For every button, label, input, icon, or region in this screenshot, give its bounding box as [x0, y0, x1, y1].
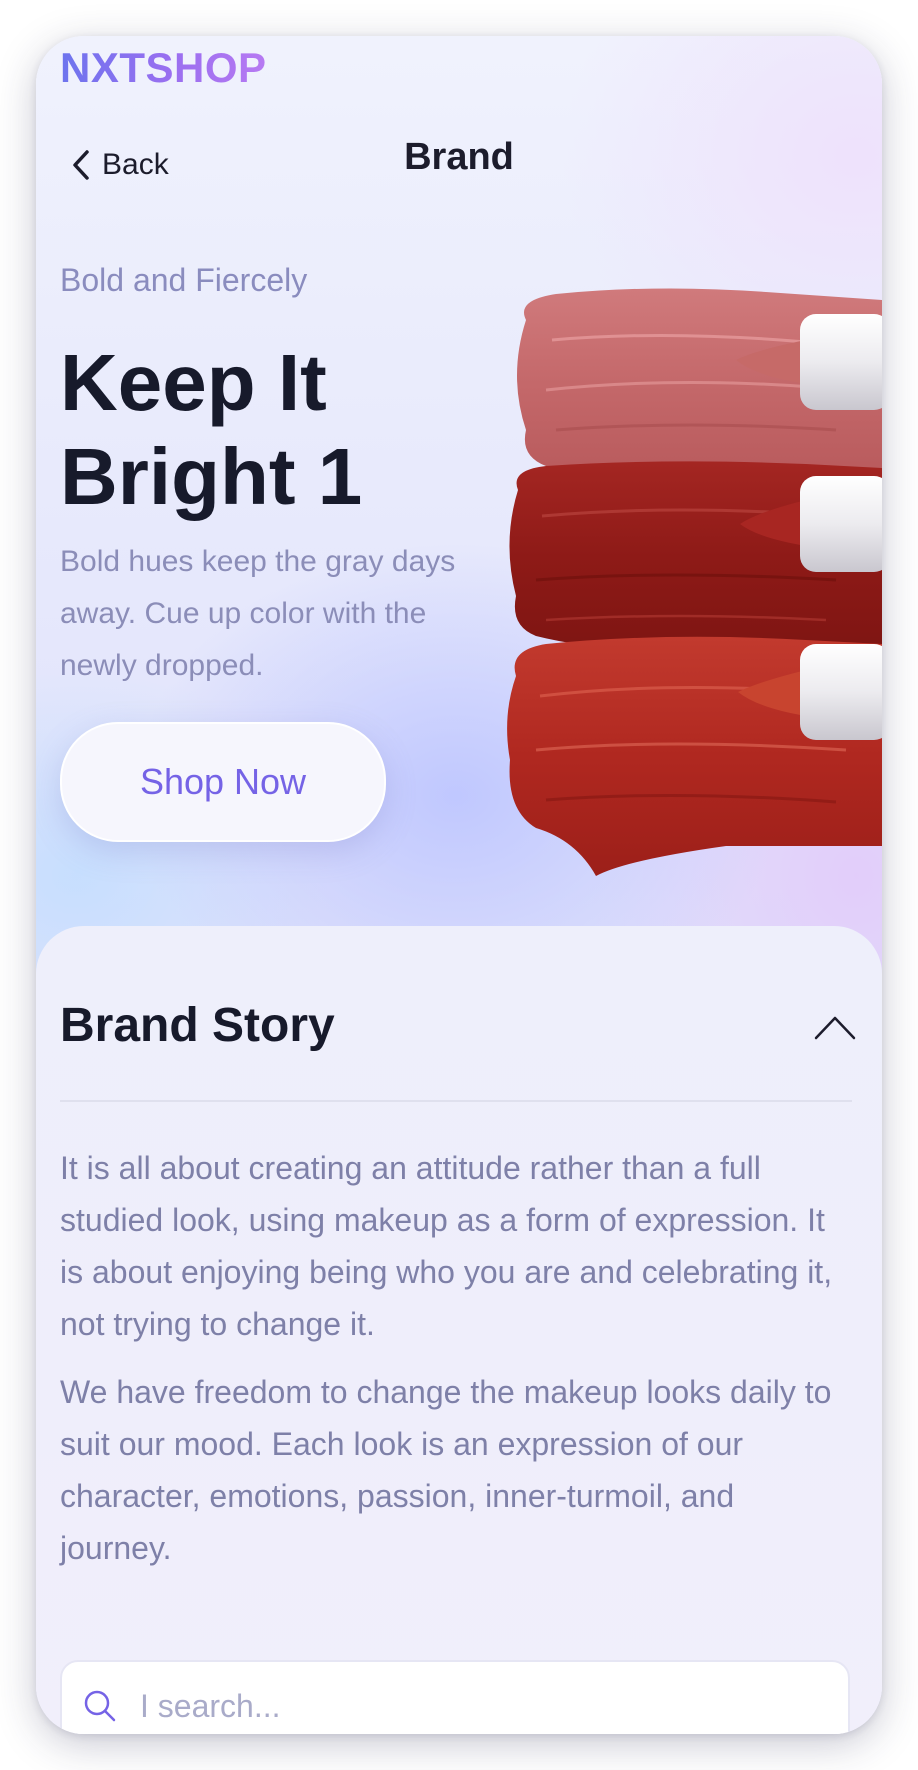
- phone-screen: NXTSHOP Back Brand Bold and Fiercely Kee…: [36, 36, 882, 1734]
- shop-now-button[interactable]: Shop Now: [60, 722, 386, 842]
- lipstick-swatches-image: [507, 288, 882, 876]
- chevron-up-icon[interactable]: [812, 1008, 858, 1048]
- hero-headline: Keep It Bright 1: [60, 338, 363, 521]
- brand-story-title: Brand Story: [60, 999, 335, 1052]
- search-bar[interactable]: [60, 1660, 850, 1734]
- search-icon: [84, 1690, 116, 1722]
- brand-story-paragraph: We have freedom to change the makeup loo…: [60, 1374, 832, 1566]
- hero-banner: NXTSHOP Back Brand Bold and Fiercely Kee…: [36, 36, 882, 976]
- search-input[interactable]: [138, 1686, 822, 1726]
- section-divider: [60, 1100, 852, 1102]
- brand-story-header[interactable]: Brand Story: [60, 998, 858, 1088]
- app-logo[interactable]: NXTSHOP: [60, 44, 267, 92]
- hero-eyebrow: Bold and Fiercely: [60, 262, 308, 298]
- hero-description: Bold hues keep the gray days away. Cue u…: [60, 545, 456, 682]
- brand-story-section: Brand Story It is all about creating an …: [36, 926, 882, 1734]
- brand-story-paragraph: It is all about creating an attitude rat…: [60, 1150, 833, 1342]
- page-title: Brand: [404, 136, 514, 178]
